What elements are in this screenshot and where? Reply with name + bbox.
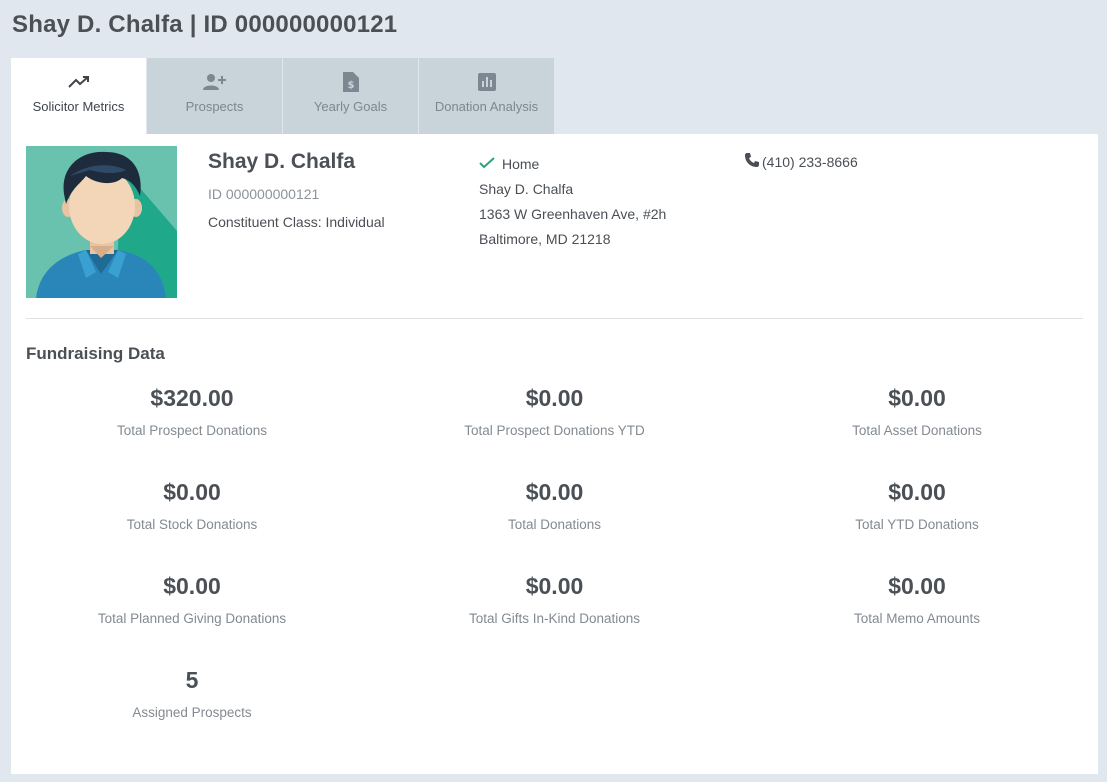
metric-total-ytd-donations: $0.00 Total YTD Donations bbox=[736, 474, 1098, 568]
metric-value: $0.00 bbox=[888, 385, 946, 411]
metric-label: Total Planned Giving Donations bbox=[97, 611, 287, 626]
metric-label: Total Stock Donations bbox=[126, 517, 258, 532]
address-block: Home Shay D. Chalfa 1363 W Greenhaven Av… bbox=[479, 152, 666, 252]
dollar-document-icon: $ bbox=[342, 71, 359, 93]
avatar bbox=[26, 146, 177, 298]
profile-name: Shay D. Chalfa bbox=[208, 150, 356, 173]
tab-yearly-goals[interactable]: $ Yearly Goals bbox=[283, 58, 419, 135]
address-line-3: Baltimore, MD 21218 bbox=[479, 231, 611, 247]
metric-value: $0.00 bbox=[525, 573, 584, 599]
metric-label: Total Gifts In-Kind Donations bbox=[468, 611, 641, 626]
metric-total-gifts-in-kind: $0.00 Total Gifts In-Kind Donations bbox=[373, 568, 736, 662]
metric-total-prospect-donations-ytd: $0.00 Total Prospect Donations YTD bbox=[373, 380, 736, 474]
tab-prospects[interactable]: Prospects bbox=[147, 58, 283, 135]
address-type: Home bbox=[479, 152, 666, 177]
metric-label: Total Prospect Donations bbox=[116, 423, 268, 438]
tab-label: Donation Analysis bbox=[434, 99, 539, 114]
tab-label: Yearly Goals bbox=[313, 99, 388, 114]
metric-value: $0.00 bbox=[525, 479, 584, 505]
section-title: Fundraising Data bbox=[26, 344, 165, 363]
tab-label: Prospects bbox=[185, 99, 244, 114]
metric-label: Total Prospect Donations YTD bbox=[464, 423, 645, 438]
metric-total-memo-amounts: $0.00 Total Memo Amounts bbox=[736, 568, 1098, 662]
metric-value: $0.00 bbox=[888, 479, 946, 505]
trending-up-icon bbox=[67, 71, 90, 93]
profile-id: ID 000000000121 bbox=[208, 186, 320, 202]
address-line-1: Shay D. Chalfa bbox=[479, 181, 574, 197]
metric-value: $0.00 bbox=[888, 573, 946, 599]
metric-total-planned-giving: $0.00 Total Planned Giving Donations bbox=[11, 568, 373, 662]
address-type-label: Home bbox=[502, 156, 540, 172]
tab-bar: Solicitor Metrics Prospects $ Yearly Goa… bbox=[11, 58, 555, 135]
address-line-2: 1363 W Greenhaven Ave, #2h bbox=[479, 206, 667, 222]
tab-solicitor-metrics[interactable]: Solicitor Metrics bbox=[11, 58, 147, 135]
phone-icon bbox=[744, 152, 762, 171]
divider bbox=[26, 318, 1083, 319]
phone-number[interactable]: (410) 233-8666 bbox=[744, 152, 858, 171]
metric-value: $0.00 bbox=[525, 385, 584, 411]
add-user-icon bbox=[202, 71, 227, 93]
metric-value: $0.00 bbox=[163, 573, 221, 599]
metric-total-stock-donations: $0.00 Total Stock Donations bbox=[11, 474, 373, 568]
metric-label: Total Asset Donations bbox=[852, 423, 982, 438]
metric-assigned-prospects: 5 Assigned Prospects bbox=[11, 662, 373, 756]
metric-total-donations: $0.00 Total Donations bbox=[373, 474, 736, 568]
metric-label: Total Memo Amounts bbox=[853, 611, 981, 626]
metrics-grid: $320.00 Total Prospect Donations $0.00 T… bbox=[11, 380, 1098, 756]
metric-label: Total YTD Donations bbox=[855, 517, 979, 532]
tab-donation-analysis[interactable]: Donation Analysis bbox=[419, 58, 555, 135]
phone-text: (410) 233-8666 bbox=[762, 153, 858, 170]
svg-text:$: $ bbox=[347, 80, 354, 91]
metric-label: Total Donations bbox=[507, 517, 602, 532]
metric-value: $320.00 bbox=[150, 385, 234, 411]
metric-total-prospect-donations: $320.00 Total Prospect Donations bbox=[11, 380, 373, 474]
metric-value: $0.00 bbox=[163, 479, 221, 505]
metric-value: 5 bbox=[185, 667, 199, 693]
metric-label: Assigned Prospects bbox=[132, 705, 252, 720]
metrics-panel: Shay D. Chalfa ID 000000000121 Constitue… bbox=[11, 134, 1098, 774]
tab-label: Solicitor Metrics bbox=[32, 99, 125, 114]
bar-chart-icon bbox=[477, 71, 496, 93]
metric-total-asset-donations: $0.00 Total Asset Donations bbox=[736, 380, 1098, 474]
page-title: Shay D. Chalfa | ID 000000000121 bbox=[12, 11, 398, 38]
checkmark-icon bbox=[479, 152, 502, 177]
constituent-class: Constituent Class: Individual bbox=[208, 214, 385, 230]
